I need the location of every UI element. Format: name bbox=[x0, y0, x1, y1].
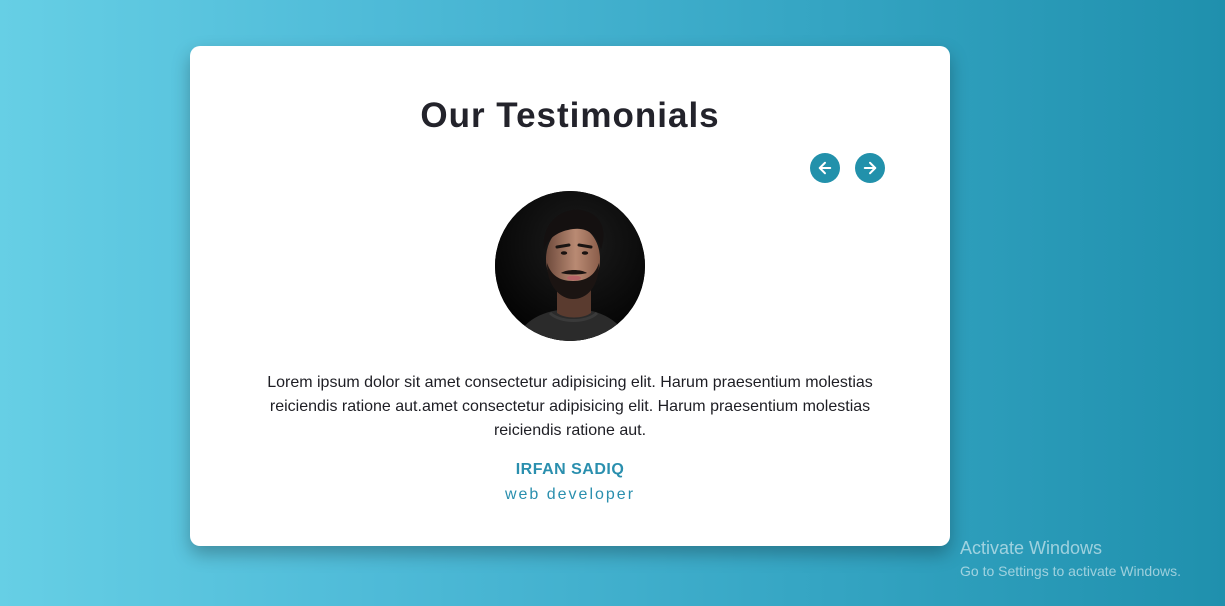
person-avatar bbox=[495, 191, 645, 341]
previous-button[interactable] bbox=[810, 153, 840, 183]
watermark-title: Activate Windows bbox=[960, 538, 1103, 558]
page-title: Our Testimonials bbox=[420, 96, 720, 135]
testimonial-card: Our Testimonials Lorem ipsum dolor sit a… bbox=[190, 46, 950, 546]
author-name: IRFAN SADIQ bbox=[515, 461, 625, 478]
next-button[interactable] bbox=[855, 153, 885, 183]
avatar bbox=[495, 191, 645, 341]
testimonial-text: Lorem ipsum dolor sit amet consectetur a… bbox=[267, 374, 873, 439]
windows-activation-watermark: Activate Windows Go to Settings to activ… bbox=[960, 538, 1181, 579]
author-role: web developer bbox=[504, 486, 636, 503]
arrow-left-icon bbox=[818, 161, 832, 175]
watermark-subtitle: Go to Settings to activate Windows. bbox=[960, 563, 1181, 579]
arrow-right-icon bbox=[863, 161, 877, 175]
